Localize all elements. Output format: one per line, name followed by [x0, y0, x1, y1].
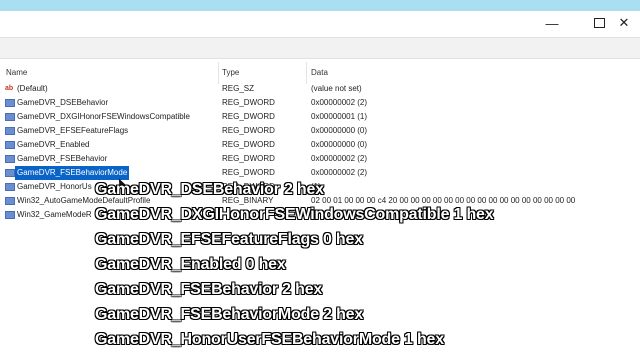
caption-line: GameDVR_HonorUserFSEBehaviorMode 1 hex	[95, 331, 444, 348]
value-name: GameDVR_DXGIHonorFSEWindowsCompatible	[17, 112, 190, 121]
title-bar	[0, 0, 640, 11]
dword-value-icon	[5, 183, 15, 191]
binary-value-icon	[5, 211, 15, 219]
value-name: GameDVR_EFSEFeatureFlags	[17, 126, 129, 135]
address-bar[interactable]	[0, 37, 640, 59]
caption-line: GameDVR_EFSEFeatureFlags 0 hex	[95, 231, 363, 248]
dword-value-icon	[5, 127, 15, 135]
value-name: (Default)	[17, 84, 48, 93]
value-data: 0x00000000 (0)	[311, 140, 368, 149]
registry-row[interactable]: ab (Default) REG_SZ (value not set)	[0, 82, 640, 96]
dword-value-icon	[5, 169, 15, 177]
registry-row[interactable]: GameDVR_FSEBehavior REG_DWORD 0x00000002…	[0, 152, 640, 166]
value-data: 0x00000002 (2)	[311, 154, 368, 163]
minimize-button[interactable]: —	[532, 11, 572, 35]
column-header-type[interactable]: Type	[222, 66, 239, 80]
caption-line: GameDVR_DXGIHonorFSEWindowsCompatible 1 …	[95, 206, 494, 223]
close-button[interactable]: ✕	[604, 11, 640, 35]
value-type: REG_DWORD	[222, 168, 275, 177]
column-header-name[interactable]: Name	[6, 66, 27, 80]
value-type: REG_SZ	[222, 84, 255, 93]
value-name: GameDVR_HonorUs	[17, 182, 92, 191]
column-divider[interactable]	[306, 62, 307, 84]
value-type: REG_DWORD	[222, 126, 275, 135]
dword-value-icon	[5, 113, 15, 121]
value-type: REG_DWORD	[222, 140, 275, 149]
registry-row[interactable]: GameDVR_EFSEFeatureFlags REG_DWORD 0x000…	[0, 124, 640, 138]
value-data: 0x00000002 (2)	[311, 168, 368, 177]
caption-line: GameDVR_FSEBehaviorMode 2 hex	[95, 306, 364, 323]
registry-row[interactable]: GameDVR_Enabled REG_DWORD 0x00000000 (0)	[0, 138, 640, 152]
value-name: GameDVR_Enabled	[17, 140, 90, 149]
value-name: GameDVR_FSEBehavior	[17, 154, 108, 163]
maximize-icon	[593, 18, 605, 28]
caption-line: GameDVR_DSEBehavior 2 hex	[95, 181, 324, 198]
registry-row[interactable]: GameDVR_DXGIHonorFSEWindowsCompatible RE…	[0, 110, 640, 124]
value-data: 0x00000001 (1)	[311, 112, 368, 121]
column-divider[interactable]	[218, 62, 219, 84]
value-name: Win32_GameModeR	[17, 210, 92, 219]
dword-value-icon	[5, 99, 15, 107]
string-value-icon: ab	[5, 85, 15, 93]
registry-row[interactable]: GameDVR_DSEBehavior REG_DWORD 0x00000002…	[0, 96, 640, 110]
binary-value-icon	[5, 197, 15, 205]
dword-value-icon	[5, 141, 15, 149]
minimize-icon: —	[545, 15, 559, 31]
value-type: REG_DWORD	[222, 98, 275, 107]
close-icon: ✕	[618, 15, 630, 30]
dword-value-icon	[5, 155, 15, 163]
value-data: 0x00000000 (0)	[311, 126, 368, 135]
column-header-data[interactable]: Data	[311, 66, 328, 80]
caption-line: GameDVR_Enabled 0 hex	[95, 256, 286, 273]
value-name: GameDVR_DSEBehavior	[17, 98, 109, 107]
caption-line: GameDVR_FSEBehavior 2 hex	[95, 281, 323, 298]
value-data: 0x00000002 (2)	[311, 98, 368, 107]
registry-row-selected[interactable]: GameDVR_FSEBehaviorMode REG_DWORD 0x0000…	[0, 166, 640, 180]
value-type: REG_DWORD	[222, 112, 275, 121]
value-data: (value not set)	[311, 84, 362, 93]
value-name: GameDVR_FSEBehaviorMode	[15, 166, 130, 180]
value-type: REG_DWORD	[222, 154, 275, 163]
